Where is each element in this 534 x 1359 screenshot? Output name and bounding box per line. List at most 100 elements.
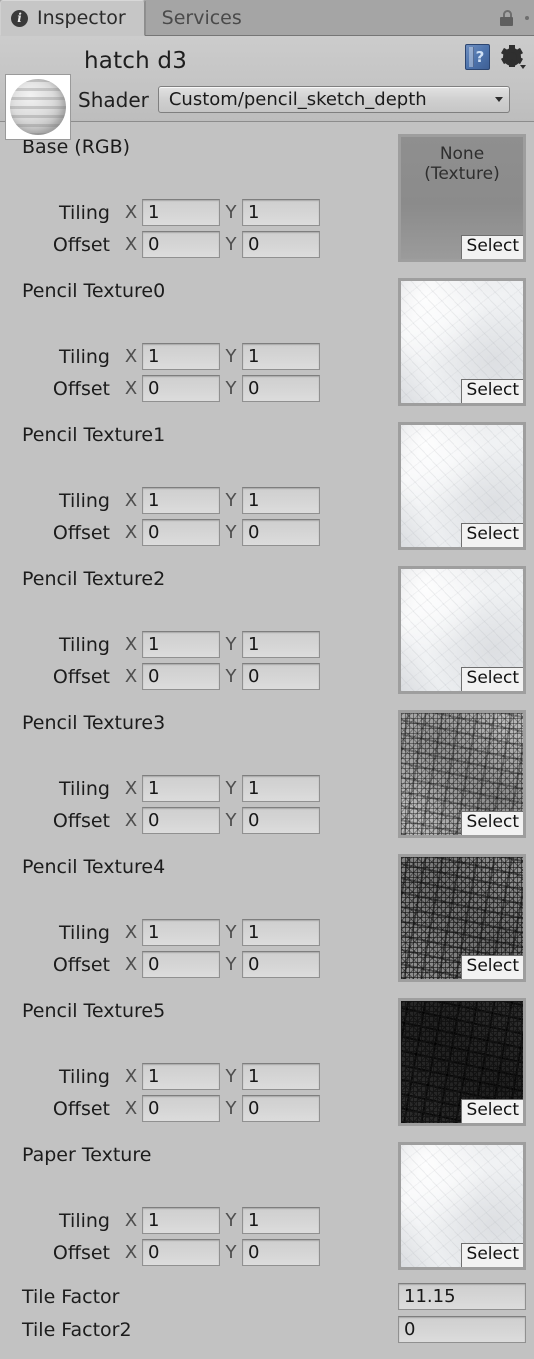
- texture-slot[interactable]: None (Texture) Select: [398, 134, 526, 262]
- shader-dropdown-value: Custom/pencil_sketch_depth: [168, 89, 427, 110]
- offset-y-input[interactable]: 0: [242, 807, 320, 834]
- help-book-icon[interactable]: ?: [465, 44, 490, 70]
- offset-y-input[interactable]: 0: [242, 1239, 320, 1266]
- offset-x-input[interactable]: 0: [142, 1239, 220, 1266]
- offset-y-input[interactable]: 0: [242, 663, 320, 690]
- offset-x-input[interactable]: 0: [142, 951, 220, 978]
- tiling-x-input[interactable]: 1: [142, 487, 220, 514]
- lock-icon[interactable]: [497, 9, 517, 27]
- tiling-x-input[interactable]: 1: [142, 775, 220, 802]
- axis-x-label: X: [124, 522, 138, 543]
- select-texture-button[interactable]: Select: [460, 523, 523, 547]
- tiling-row: Tiling X 1 Y 1: [0, 1063, 320, 1090]
- texture-slot[interactable]: Select: [398, 566, 526, 694]
- float-property-label: Tile Factor: [22, 1285, 120, 1308]
- tiling-row: Tiling X 1 Y 1: [0, 631, 320, 658]
- offset-x-input[interactable]: 0: [142, 231, 220, 258]
- tiling-y-input[interactable]: 1: [242, 1063, 320, 1090]
- offset-x-input[interactable]: 0: [142, 663, 220, 690]
- tiling-y-input[interactable]: 1: [242, 919, 320, 946]
- material-sphere-preview[interactable]: [5, 74, 71, 140]
- offset-x-input[interactable]: 0: [142, 1095, 220, 1122]
- texture-slot[interactable]: Select: [398, 278, 526, 406]
- offset-y-input[interactable]: 0: [242, 375, 320, 402]
- tiling-y-input[interactable]: 1: [242, 487, 320, 514]
- material-properties: Base (RGB) Tiling X 1 Y 1 Offset X 0 Y 0 None (Textu…: [0, 122, 534, 1280]
- texture-slot[interactable]: Select: [398, 854, 526, 982]
- offset-y-input[interactable]: 0: [242, 951, 320, 978]
- texture-slot[interactable]: Select: [398, 710, 526, 838]
- tiling-x-input[interactable]: 1: [142, 631, 220, 658]
- offset-row: Offset X 0 Y 0: [0, 519, 320, 546]
- property-section: Pencil Texture2 Tiling X 1 Y 1 Offset X 0 Y 0 Selec…: [0, 560, 534, 704]
- tab-inspector-label: Inspector: [37, 7, 126, 29]
- offset-label: Offset: [52, 521, 110, 544]
- axis-x-label: X: [124, 234, 138, 255]
- tiling-y-input[interactable]: 1: [242, 1207, 320, 1234]
- select-texture-button[interactable]: Select: [460, 667, 523, 691]
- tiling-label: Tiling: [59, 201, 110, 224]
- select-texture-button[interactable]: Select: [460, 1243, 523, 1267]
- property-label: Pencil Texture1: [22, 424, 166, 446]
- texture-slot[interactable]: Select: [398, 998, 526, 1126]
- tiling-y-input[interactable]: 1: [242, 343, 320, 370]
- tab-services[interactable]: Services: [144, 1, 260, 35]
- chevron-down-icon: [494, 97, 503, 102]
- tab-services-label: Services: [161, 7, 242, 29]
- tiling-x-input[interactable]: 1: [142, 343, 220, 370]
- tab-bar-controls: [497, 1, 534, 35]
- float-property-input[interactable]: 11.15: [398, 1283, 526, 1310]
- axis-y-label: Y: [225, 234, 237, 255]
- property-section: Base (RGB) Tiling X 1 Y 1 Offset X 0 Y 0 None (Textu…: [0, 128, 534, 272]
- tiling-x-input[interactable]: 1: [142, 199, 220, 226]
- texture-slot[interactable]: Select: [398, 422, 526, 550]
- tiling-row: Tiling X 1 Y 1: [0, 919, 320, 946]
- gear-icon[interactable]: [500, 45, 526, 70]
- axis-y-label: Y: [225, 202, 237, 223]
- offset-row: Offset X 0 Y 0: [0, 231, 320, 258]
- tiling-row: Tiling X 1 Y 1: [0, 487, 320, 514]
- property-label: Pencil Texture4: [22, 856, 166, 878]
- offset-label: Offset: [52, 665, 110, 688]
- tiling-row: Tiling X 1 Y 1: [0, 1207, 320, 1234]
- axis-y-label: Y: [225, 1098, 237, 1119]
- sphere-icon: [10, 79, 66, 135]
- select-texture-button[interactable]: Select: [460, 1099, 523, 1123]
- axis-x-label: X: [124, 1066, 138, 1087]
- tiling-y-input[interactable]: 1: [242, 775, 320, 802]
- select-texture-button[interactable]: Select: [460, 955, 523, 979]
- tiling-row: Tiling X 1 Y 1: [0, 775, 320, 802]
- tiling-x-input[interactable]: 1: [142, 919, 220, 946]
- axis-y-label: Y: [225, 378, 237, 399]
- axis-x-label: X: [124, 634, 138, 655]
- offset-row: Offset X 0 Y 0: [0, 375, 320, 402]
- tiling-label: Tiling: [59, 777, 110, 800]
- offset-y-input[interactable]: 0: [242, 519, 320, 546]
- float-property-input[interactable]: 0: [398, 1316, 526, 1343]
- offset-label: Offset: [52, 1241, 110, 1264]
- tiling-row: Tiling X 1 Y 1: [0, 199, 320, 226]
- tiling-x-input[interactable]: 1: [142, 1207, 220, 1234]
- texture-slot[interactable]: Select: [398, 1142, 526, 1270]
- kebab-menu-icon[interactable]: [525, 16, 529, 20]
- shader-dropdown[interactable]: Custom/pencil_sketch_depth: [157, 86, 510, 113]
- select-texture-button[interactable]: Select: [460, 811, 523, 835]
- axis-y-label: Y: [225, 346, 237, 367]
- tiling-x-input[interactable]: 1: [142, 1063, 220, 1090]
- window-tab-bar: i Inspector Services: [0, 0, 534, 36]
- axis-x-label: X: [124, 954, 138, 975]
- select-texture-button[interactable]: Select: [460, 379, 523, 403]
- offset-x-input[interactable]: 0: [142, 807, 220, 834]
- tiling-y-input[interactable]: 1: [242, 199, 320, 226]
- axis-y-label: Y: [225, 634, 237, 655]
- offset-label: Offset: [52, 233, 110, 256]
- offset-y-input[interactable]: 0: [242, 1095, 320, 1122]
- tab-inspector[interactable]: i Inspector: [0, 0, 145, 36]
- offset-x-input[interactable]: 0: [142, 519, 220, 546]
- tiling-y-input[interactable]: 1: [242, 631, 320, 658]
- offset-y-input[interactable]: 0: [242, 231, 320, 258]
- select-texture-button[interactable]: Select: [460, 235, 523, 259]
- offset-label: Offset: [52, 953, 110, 976]
- axis-y-label: Y: [225, 954, 237, 975]
- offset-x-input[interactable]: 0: [142, 375, 220, 402]
